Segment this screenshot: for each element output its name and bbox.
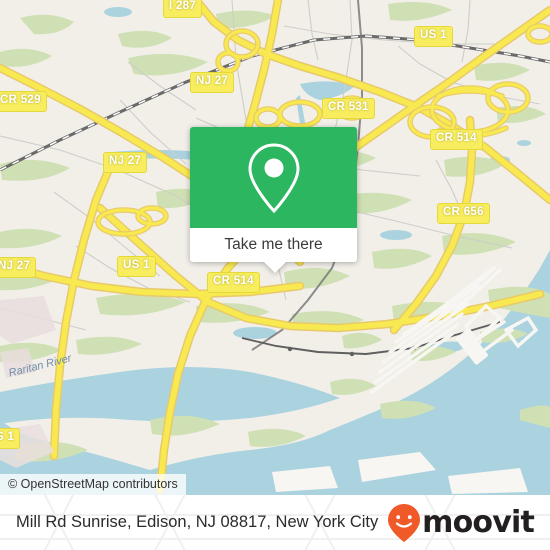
footer-bar: Mill Rd Sunrise, Edison, NJ 08817, New Y… [0, 495, 550, 550]
road-shield: NJ 27 [103, 152, 148, 173]
road-shield: CR 656 [437, 203, 490, 224]
road-shield: CR 529 [0, 91, 47, 112]
callout-tail [264, 262, 286, 273]
callout-pin-panel [190, 127, 357, 228]
take-me-there-button[interactable]: Take me there [190, 228, 357, 273]
take-me-there-label: Take me there [224, 236, 323, 253]
map-pin-icon [247, 142, 300, 213]
map-canvas[interactable]: I 287 NJ 27 CR 529 CR 531 US 1 CR 514 NJ 27 CR … [0, 0, 550, 495]
road-shield: S 1 [0, 428, 21, 449]
address-text: Mill Rd Sunrise, Edison, NJ 08817, New Y… [16, 513, 379, 531]
road-shield: NJ 27 [190, 72, 235, 93]
road-shield: US 1 [414, 26, 453, 47]
road-shield: CR 531 [322, 98, 375, 119]
road-shield: US 1 [117, 256, 156, 277]
road-shield: CR 514 [430, 129, 483, 150]
moovit-smiley-pin-icon [388, 503, 421, 542]
road-shield: CR 514 [207, 272, 260, 293]
road-shield: I 287 [163, 0, 203, 18]
road-shield: NJ 27 [0, 257, 37, 278]
destination-callout[interactable]: Take me there [190, 127, 357, 273]
moovit-logo[interactable]: moovit [387, 503, 535, 543]
moovit-map-share-card: I 287 NJ 27 CR 529 CR 531 US 1 CR 514 NJ 27 CR … [0, 0, 550, 550]
moovit-wordmark: moovit [422, 504, 535, 540]
osm-attribution[interactable]: © OpenStreetMap contributors [0, 474, 186, 495]
